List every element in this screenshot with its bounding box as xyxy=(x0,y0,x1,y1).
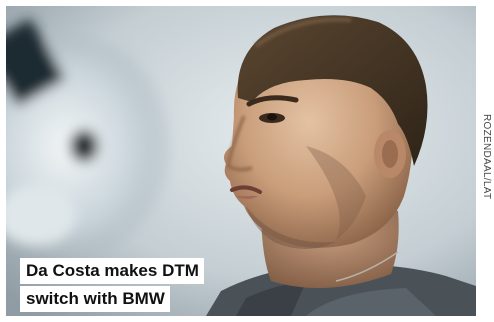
photo-credit-area: ROZENDAAL/LAT xyxy=(478,6,494,316)
photo-caption: Da Costa makes DTM switch with BMW xyxy=(20,258,204,314)
caption-line-2: switch with BMW xyxy=(20,286,170,312)
caption-line-1: Da Costa makes DTM xyxy=(20,258,204,284)
photo-credit: ROZENDAAL/LAT xyxy=(481,114,492,200)
article-image-frame: ROZENDAAL/LAT Da Costa makes DTM switch … xyxy=(0,0,494,322)
